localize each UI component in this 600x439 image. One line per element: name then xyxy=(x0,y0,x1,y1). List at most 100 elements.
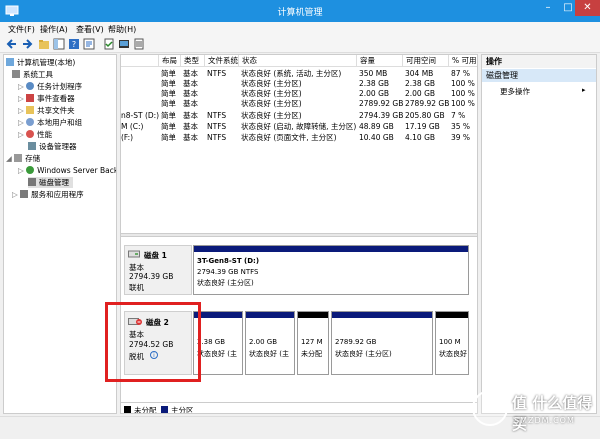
cell-capacity: 2.38 GB xyxy=(359,79,390,88)
cell-capacity: 2789.92 GB xyxy=(359,99,404,108)
export-list-icon[interactable] xyxy=(133,38,145,50)
column-header-volume[interactable] xyxy=(121,55,159,67)
cell-free: 205.80 GB xyxy=(405,111,445,120)
more-actions-link[interactable]: 更多操作 xyxy=(500,86,530,97)
column-header-filesystem[interactable]: 文件系统 xyxy=(205,55,239,67)
disk2-unallocated[interactable]: 127 M 未分配 xyxy=(297,311,329,375)
window-title: 计算机管理 xyxy=(277,8,323,18)
tree-label: 性能 xyxy=(37,130,53,139)
partition-size: 2789.92 GB xyxy=(335,338,377,346)
cell-free: 2.00 GB xyxy=(405,89,436,98)
close-button[interactable]: ✕ xyxy=(575,0,600,16)
tree-item-device-manager[interactable]: 设备管理器 xyxy=(28,141,77,152)
pane-splitter[interactable] xyxy=(121,233,477,237)
column-header-free[interactable]: 可用空间 xyxy=(403,55,449,67)
menu-file[interactable]: 文件(F) xyxy=(8,24,35,35)
tree-label: 任务计划程序 xyxy=(37,82,83,91)
disk1-label[interactable]: 磁盘 1 基本 2794.39 GB 联机 xyxy=(124,245,192,295)
cell-status: 状态良好 (启动, 故障转储, 主分区) xyxy=(241,122,357,131)
cell-volume: n8-ST (D:) xyxy=(121,111,159,120)
partition-size: 127 M xyxy=(301,338,323,346)
tree-item-performance[interactable]: ▷ 性能 xyxy=(18,129,52,140)
tree-item-local-users[interactable]: ▷ 本地用户和组 xyxy=(18,117,82,128)
users-icon xyxy=(26,118,35,126)
tree-label: 磁盘管理 xyxy=(39,178,69,187)
partition-legend: 未分配 主分区 xyxy=(121,402,477,414)
disk1-name: 磁盘 1 xyxy=(144,251,167,260)
cell-layout: 简单 xyxy=(161,79,176,88)
disk1-size: 2794.39 GB xyxy=(129,272,174,281)
forward-arrow-icon[interactable] xyxy=(21,38,33,50)
column-header-layout[interactable]: 布局 xyxy=(159,55,181,67)
disk2-partition-4[interactable]: 100 M 状态良好 xyxy=(435,311,469,375)
column-header-percent[interactable]: % 可用 xyxy=(449,55,477,67)
watermark-sub: SMZDM.COM xyxy=(514,416,575,425)
unallocated-bar xyxy=(436,312,468,318)
watermark: 值 什么值得买 SMZDM.COM xyxy=(472,384,600,439)
console-tree: 计算机管理(本地) 系统工具 ▷ 任务计划程序 ▷ 事件查看器 ▷ 共享文件夹 … xyxy=(3,54,117,414)
menu-view[interactable]: 查看(V) xyxy=(76,24,104,35)
tree-item-task-scheduler[interactable]: ▷ 任务计划程序 xyxy=(18,81,82,92)
tree-item-storage[interactable]: ◢ 存储 xyxy=(6,153,40,164)
cell-type: 基本 xyxy=(183,111,198,120)
cell-capacity: 48.89 GB xyxy=(359,122,394,131)
minimize-button[interactable]: – xyxy=(538,0,558,16)
cell-volume: M (C:) xyxy=(121,122,144,131)
cell-free: 304 MB xyxy=(405,69,434,78)
cell-type: 基本 xyxy=(183,89,198,98)
cell-pct: 7 % xyxy=(451,111,466,120)
title-bar[interactable]: 计算机管理 – □ ✕ xyxy=(0,0,600,22)
disk1-partition-d[interactable]: 3T-Gen8-ST (D:) 2794.39 GB NTFS 状态良好 (主分… xyxy=(193,245,469,295)
cell-fs: NTFS xyxy=(207,111,227,120)
cell-fs: NTFS xyxy=(207,122,227,131)
menu-action[interactable]: 操作(A) xyxy=(40,24,68,35)
cell-volume: (F:) xyxy=(121,133,134,142)
partition-status: 未分配 xyxy=(301,350,322,358)
event-viewer-icon xyxy=(26,94,35,102)
device-manager-icon xyxy=(28,142,36,150)
cell-fs: NTFS xyxy=(207,69,227,78)
tree-item-system-tools[interactable]: 系统工具 xyxy=(12,69,53,80)
console-icon[interactable] xyxy=(118,38,130,50)
menu-help[interactable]: 帮助(H) xyxy=(108,24,136,35)
help-icon[interactable]: ? xyxy=(68,38,80,50)
partition-status: 状态良好 (主 xyxy=(197,350,237,358)
cell-capacity: 2.00 GB xyxy=(359,89,390,98)
show-tree-icon[interactable] xyxy=(53,38,65,50)
legend-primary: 主分区 xyxy=(171,406,194,414)
actions-section-disk-management[interactable]: 磁盘管理 xyxy=(482,69,596,82)
cell-free: 17.19 GB xyxy=(405,122,440,131)
partition-size: 2.38 GB xyxy=(197,338,226,346)
properties-icon[interactable] xyxy=(83,38,95,50)
tree-item-windows-backup[interactable]: ▷ Windows Server Back xyxy=(18,165,116,176)
legend-unallocated-swatch xyxy=(124,406,131,413)
partition-status: 状态良好 (主 xyxy=(249,350,289,358)
backup-icon xyxy=(26,166,35,174)
tree-item-shared-folders[interactable]: ▷ 共享文件夹 xyxy=(18,105,75,116)
column-header-capacity[interactable]: 容量 xyxy=(357,55,403,67)
tree-item-root[interactable]: 计算机管理(本地) xyxy=(6,57,75,68)
tree-item-disk-management[interactable]: 磁盘管理 xyxy=(28,177,73,188)
tree-label: 共享文件夹 xyxy=(37,106,75,115)
cell-free: 2.38 GB xyxy=(405,79,436,88)
cell-type: 基本 xyxy=(183,79,198,88)
disk2-partition-2[interactable]: 2.00 GB 状态良好 (主 xyxy=(245,311,295,375)
checklist-icon[interactable] xyxy=(103,38,115,50)
up-folder-icon[interactable] xyxy=(38,38,50,50)
cell-layout: 简单 xyxy=(161,89,176,98)
cell-type: 基本 xyxy=(183,99,198,108)
tree-item-event-viewer[interactable]: ▷ 事件查看器 xyxy=(18,93,75,104)
tree-label: 本地用户和组 xyxy=(37,118,83,127)
tree-item-services-apps[interactable]: ▷ 服务和应用程序 xyxy=(12,189,84,200)
partition-status: 状态良好 xyxy=(439,350,467,358)
svg-text:?: ? xyxy=(72,40,76,49)
cell-pct: 39 % xyxy=(451,133,471,142)
tree-label: 设备管理器 xyxy=(39,142,77,151)
tree-label: 服务和应用程序 xyxy=(31,190,84,199)
back-arrow-icon[interactable] xyxy=(6,38,18,50)
partition-size: 2.00 GB xyxy=(249,338,278,346)
column-header-type[interactable]: 类型 xyxy=(181,55,205,67)
column-header-status[interactable]: 状态 xyxy=(239,55,357,67)
disk2-partition-3[interactable]: 2789.92 GB 状态良好 (主分区) xyxy=(331,311,433,375)
watermark-text: 值 什么值得买 xyxy=(512,394,593,433)
